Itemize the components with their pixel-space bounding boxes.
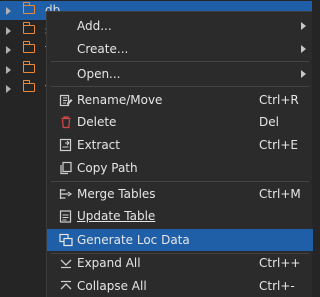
menu-separator: [51, 181, 309, 182]
shortcut-label: Ctrl+R: [259, 93, 299, 107]
expand-arrow-icon[interactable]: [6, 7, 11, 15]
menu-item-collapse-all[interactable]: Collapse All Ctrl+-: [47, 275, 313, 297]
menu-item-create[interactable]: Create...: [47, 38, 313, 60]
menu-item-add[interactable]: Add...: [47, 15, 313, 37]
shortcut-label: Ctrl++: [259, 256, 301, 270]
submenu-arrow-icon: [301, 22, 306, 30]
menu-item-expand-all[interactable]: Expand All Ctrl++: [47, 252, 313, 274]
menu-item-update-table[interactable]: Update Table: [47, 205, 313, 227]
folder-icon: [22, 21, 35, 34]
menu-item-label: Extract: [77, 138, 120, 152]
menu-separator: [51, 86, 309, 87]
expand-arrow-icon[interactable]: [6, 85, 11, 93]
merge-icon: [59, 189, 73, 199]
submenu-arrow-icon: [301, 70, 306, 78]
trash-icon: [61, 116, 71, 129]
expand-arrow-icon[interactable]: [6, 46, 11, 54]
menu-item-label: Generate Loc Data: [77, 233, 190, 247]
context-menu: Add... Create... Open... Rename/Move Ctr…: [46, 11, 313, 297]
folder-icon: [22, 60, 35, 73]
collapse-icon: [60, 280, 72, 290]
menu-item-delete[interactable]: Delete Del: [47, 111, 313, 133]
menu-item-open[interactable]: Open...: [47, 63, 313, 85]
menu-item-extract[interactable]: Extract Ctrl+E: [47, 134, 313, 156]
menu-item-label: Merge Tables: [77, 187, 156, 201]
menu-item-label: Collapse All: [77, 279, 147, 293]
shortcut-label: Ctrl+E: [259, 138, 298, 152]
expand-icon: [60, 259, 72, 269]
submenu-arrow-icon: [301, 45, 306, 53]
copy-icon: [60, 161, 72, 175]
menu-item-label: Update Table: [77, 209, 156, 223]
generate-icon: [59, 233, 73, 247]
expand-arrow-icon[interactable]: [6, 65, 11, 74]
menu-item-label: Add...: [77, 19, 112, 33]
menu-item-label: Rename/Move: [77, 93, 163, 107]
menu-item-generate-loc-data[interactable]: Generate Loc Data: [47, 229, 313, 251]
folder-icon: [22, 2, 35, 14]
menu-separator: [51, 61, 309, 62]
shortcut-label: Ctrl+-: [259, 279, 295, 293]
expand-arrow-icon[interactable]: [6, 26, 11, 35]
menu-item-copy-path[interactable]: Copy Path: [47, 157, 313, 179]
folder-icon: [22, 80, 35, 92]
update-icon: [59, 210, 72, 223]
rename-icon: [59, 94, 73, 107]
extract-icon: [59, 138, 72, 152]
menu-item-label: Delete: [77, 115, 117, 129]
menu-item-label: Expand All: [77, 256, 141, 270]
shortcut-label: Del: [259, 115, 279, 129]
menu-item-label: Copy Path: [77, 161, 138, 175]
menu-item-label: Create...: [77, 42, 129, 56]
folder-icon: [22, 41, 35, 53]
menu-item-rename[interactable]: Rename/Move Ctrl+R: [47, 89, 313, 111]
menu-item-merge-tables[interactable]: Merge Tables Ctrl+M: [47, 183, 313, 205]
menu-item-label: Open...: [77, 67, 121, 81]
shortcut-label: Ctrl+M: [259, 187, 301, 201]
